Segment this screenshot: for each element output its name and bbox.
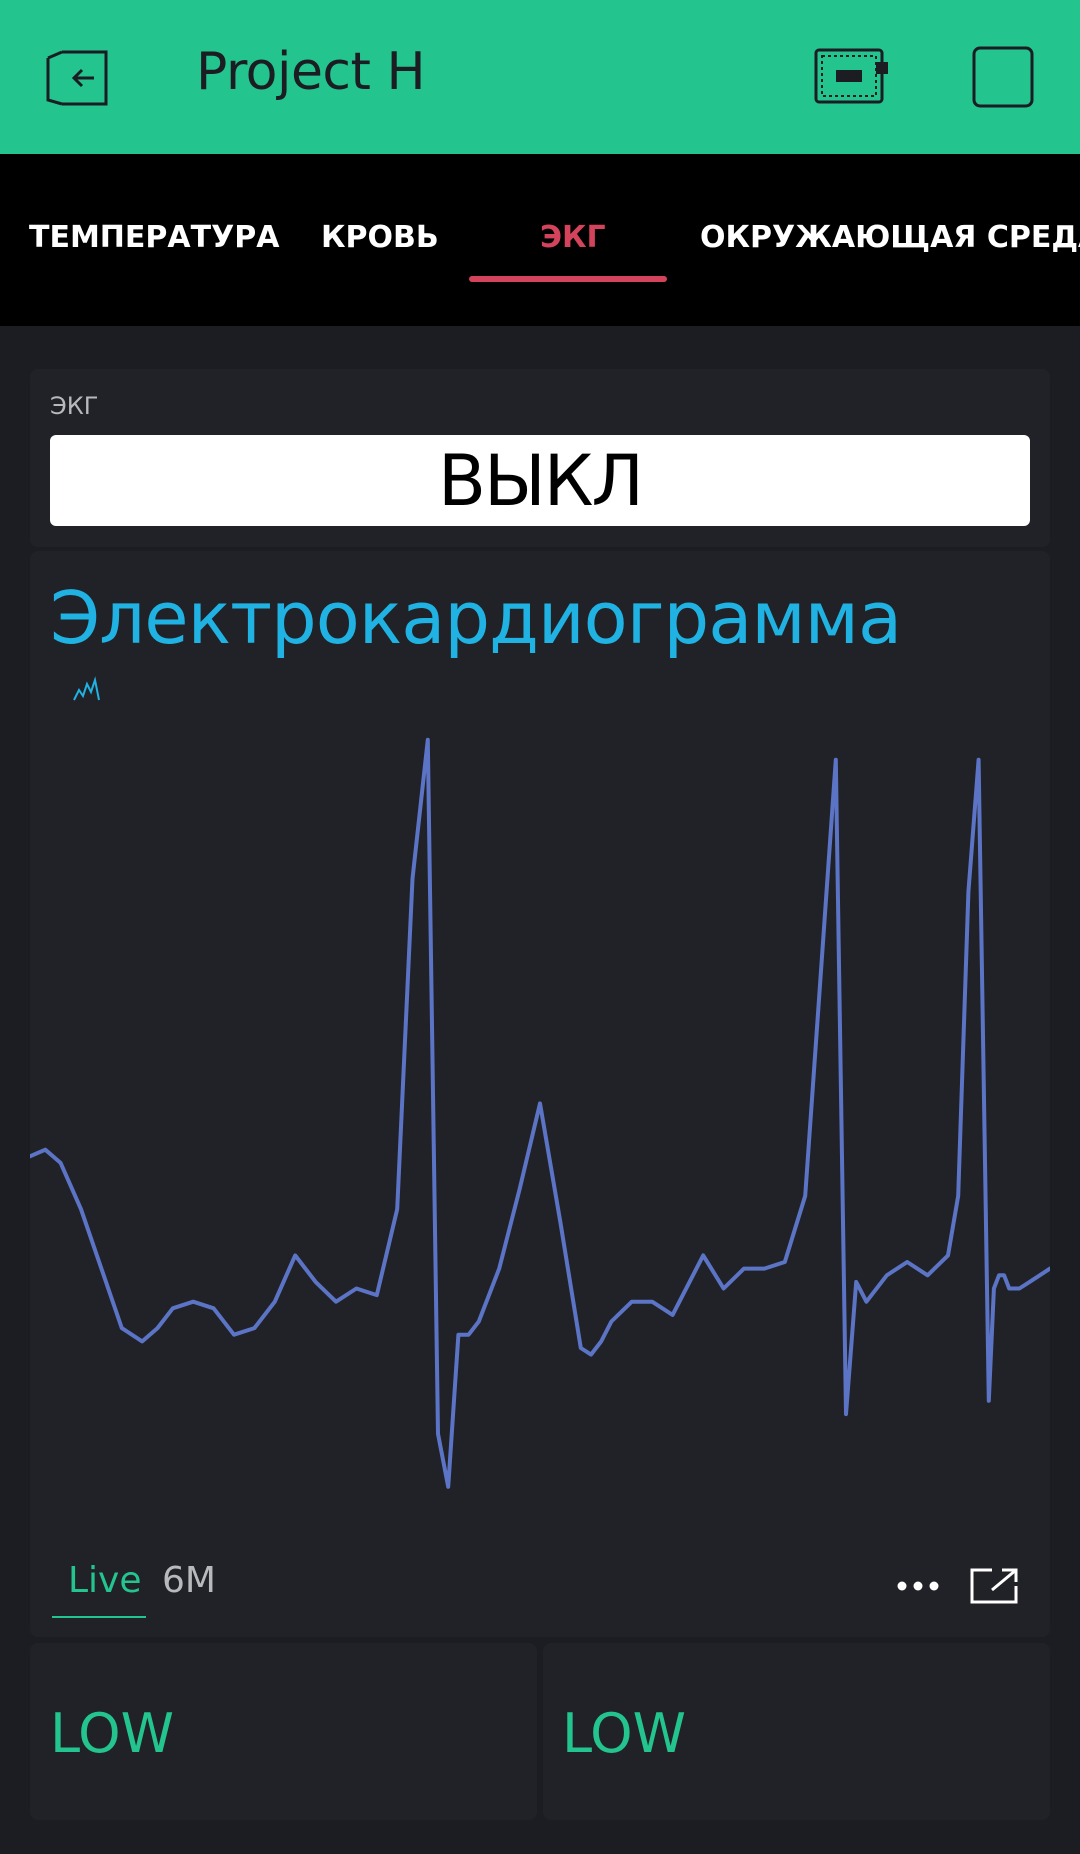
ekg-series-line [30,737,1050,1489]
tab-blood[interactable]: КРОВЬ [321,220,439,270]
ekg-switch-label: ЭКГ [50,392,99,420]
tab-ekg[interactable]: ЭКГ [540,220,606,270]
active-tab-indicator [469,276,667,282]
device-board-icon[interactable] [814,48,890,104]
square-icon[interactable] [972,46,1034,108]
chart-legend-icon [73,676,100,701]
ekg-switch-button[interactable]: ВЫКЛ [50,435,1030,526]
bottom-widget-left-value: LOW [50,1702,175,1765]
tab-environment[interactable]: ОКРУЖАЮЩАЯ СРЕДА [700,220,1080,270]
period-6m[interactable]: 6M [162,1560,216,1601]
project-title: Project H [196,42,426,102]
ekg-line-chart[interactable] [30,720,1050,1500]
bottom-widget-right-value: LOW [562,1702,687,1765]
tab-temperature[interactable]: ТЕМПЕРАТУРА [29,220,279,270]
period-live[interactable]: Live [68,1560,142,1601]
more-options-icon[interactable] [896,1574,940,1598]
exit-icon[interactable] [44,48,112,108]
chart-title: Электрокардиограмма [50,576,902,660]
tab-bar: ТЕМПЕРАТУРА КРОВЬ ЭКГ ОКРУЖАЮЩАЯ СРЕДА [0,154,1080,326]
app-header: Project H [0,0,1080,154]
period-live-underline [52,1616,146,1618]
open-external-icon[interactable] [970,1566,1020,1606]
